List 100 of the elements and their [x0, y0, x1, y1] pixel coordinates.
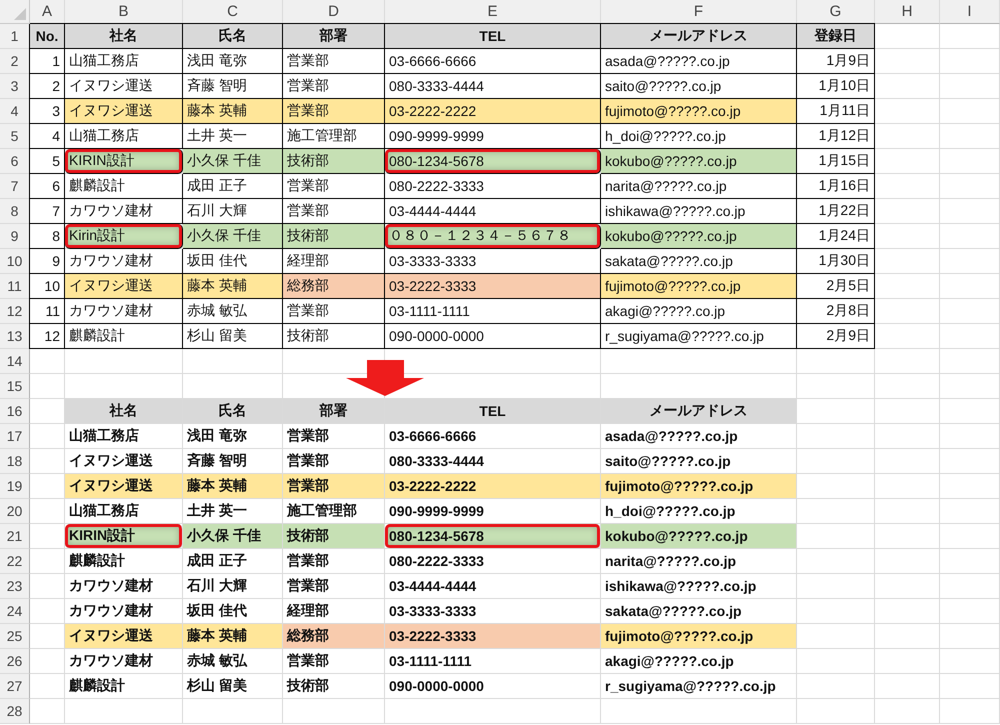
column-title: TEL	[385, 24, 601, 49]
column-header[interactable]: F	[601, 0, 797, 24]
row-header[interactable]: 24	[0, 599, 30, 624]
table-cell: 1月15日	[797, 149, 875, 174]
row-header[interactable]: 17	[0, 424, 30, 449]
table-cell: fujimoto@?????.co.jp	[601, 274, 797, 299]
table-cell: 山猫工務店	[65, 424, 183, 449]
table-cell: r_sugiyama@?????.co.jp	[601, 324, 797, 349]
table-cell: 山猫工務店	[65, 49, 183, 74]
table-cell: カワウソ建材	[65, 299, 183, 324]
table-cell: 1月12日	[797, 124, 875, 149]
table-cell: 090-0000-0000	[385, 674, 601, 699]
table-cell: 藤本 英輔	[183, 99, 283, 124]
table-cell: Kirin設計	[65, 224, 183, 249]
table-cell: 03-2222-3333	[385, 274, 601, 299]
table-cell: 080-1234-5678	[385, 524, 601, 549]
table-cell: kokubo@?????.co.jp	[601, 149, 797, 174]
table-cell: 石川 大輝	[183, 574, 283, 599]
table-cell: 赤城 敏弘	[183, 299, 283, 324]
row-header[interactable]: 13	[0, 324, 30, 349]
row-header[interactable]: 11	[0, 274, 30, 299]
column-header[interactable]: A	[30, 0, 65, 24]
row-header[interactable]: 7	[0, 174, 30, 199]
row-header[interactable]: 16	[0, 399, 30, 424]
row-header[interactable]: 8	[0, 199, 30, 224]
column-header[interactable]: C	[183, 0, 283, 24]
table-cell: 営業部	[283, 49, 385, 74]
table-cell: kokubo@?????.co.jp	[601, 524, 797, 549]
table-cell: 1月9日	[797, 49, 875, 74]
table-cell: 麒麟設計	[65, 549, 183, 574]
table-cell: 03-2222-2222	[385, 474, 601, 499]
row-header[interactable]: 14	[0, 349, 30, 374]
column-title: 社名	[65, 24, 183, 49]
column-header[interactable]: H	[875, 0, 940, 24]
row-header[interactable]: 23	[0, 574, 30, 599]
table-cell: 090-0000-0000	[385, 324, 601, 349]
table-cell: 営業部	[283, 99, 385, 124]
table-cell: イヌワシ運送	[65, 624, 183, 649]
table-cell: 杉山 留美	[183, 324, 283, 349]
table-cell: 営業部	[283, 574, 385, 599]
table-cell: 03-2222-2222	[385, 99, 601, 124]
row-header[interactable]: 5	[0, 124, 30, 149]
table-cell: 1月24日	[797, 224, 875, 249]
table-cell: 営業部	[283, 549, 385, 574]
table-cell: 03-1111-1111	[385, 299, 601, 324]
table-cell: 1月30日	[797, 249, 875, 274]
table-cell: 総務部	[283, 274, 385, 299]
table-cell: 藤本 英輔	[183, 624, 283, 649]
table-cell: 営業部	[283, 299, 385, 324]
table-cell: カワウソ建材	[65, 649, 183, 674]
table-cell: asada@?????.co.jp	[601, 49, 797, 74]
row-header[interactable]: 27	[0, 674, 30, 699]
table-cell: 営業部	[283, 649, 385, 674]
table-cell: 03-6666-6666	[385, 49, 601, 74]
table-cell: fujimoto@?????.co.jp	[601, 99, 797, 124]
table-cell: akagi@?????.co.jp	[601, 299, 797, 324]
row-header[interactable]: 26	[0, 649, 30, 674]
row-header[interactable]: 10	[0, 249, 30, 274]
row-header[interactable]: 19	[0, 474, 30, 499]
column-title: 氏名	[183, 399, 283, 424]
table-cell: asada@?????.co.jp	[601, 424, 797, 449]
table-cell: 2月8日	[797, 299, 875, 324]
column-header[interactable]: E	[385, 0, 601, 24]
row-header[interactable]: 1	[0, 24, 30, 49]
row-header[interactable]: 15	[0, 374, 30, 399]
row-header[interactable]: 21	[0, 524, 30, 549]
column-header[interactable]: D	[283, 0, 385, 24]
column-header[interactable]: B	[65, 0, 183, 24]
table-cell: 営業部	[283, 424, 385, 449]
row-header[interactable]: 12	[0, 299, 30, 324]
table-cell: 麒麟設計	[65, 324, 183, 349]
row-header[interactable]: 28	[0, 699, 30, 724]
table-cell: 1月11日	[797, 99, 875, 124]
table-cell: イヌワシ運送	[65, 99, 183, 124]
table-cell: 4	[30, 124, 65, 149]
row-header[interactable]: 6	[0, 149, 30, 174]
table-cell: akagi@?????.co.jp	[601, 649, 797, 674]
table-cell: 2	[30, 74, 65, 99]
row-header[interactable]: 22	[0, 549, 30, 574]
column-title: メールアドレス	[601, 24, 797, 49]
row-header[interactable]: 2	[0, 49, 30, 74]
table-cell: 2月5日	[797, 274, 875, 299]
column-header[interactable]: G	[797, 0, 875, 24]
column-title: 部署	[283, 24, 385, 49]
table-cell: 080-2222-3333	[385, 549, 601, 574]
table-cell: 03-2222-3333	[385, 624, 601, 649]
row-header[interactable]: 20	[0, 499, 30, 524]
column-header[interactable]: I	[940, 0, 1000, 24]
table-cell: 1	[30, 49, 65, 74]
row-header[interactable]: 18	[0, 449, 30, 474]
row-header[interactable]: 9	[0, 224, 30, 249]
table-cell: 03-6666-6666	[385, 424, 601, 449]
table-cell: narita@?????.co.jp	[601, 549, 797, 574]
table-cell: 営業部	[283, 174, 385, 199]
table-cell: 9	[30, 249, 65, 274]
table-cell: 技術部	[283, 149, 385, 174]
row-header[interactable]: 25	[0, 624, 30, 649]
table-cell: 小久保 千佳	[183, 524, 283, 549]
row-header[interactable]: 4	[0, 99, 30, 124]
row-header[interactable]: 3	[0, 74, 30, 99]
